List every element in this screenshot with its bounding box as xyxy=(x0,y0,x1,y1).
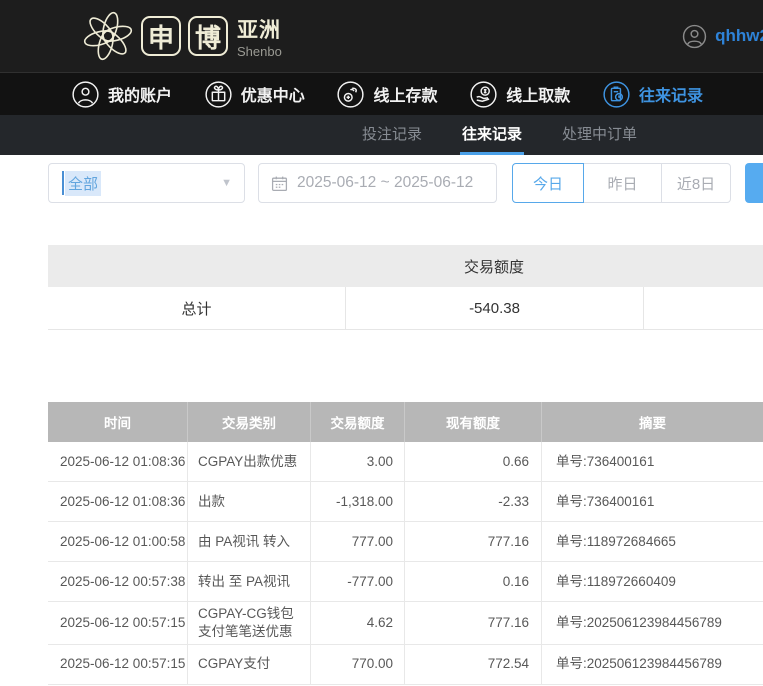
logo-subtitle: Shenbo xyxy=(237,44,282,59)
summary-header-label: 交易额度 xyxy=(345,256,643,277)
main-nav: 我的账户 优惠中心 线上存款 线上取款 xyxy=(0,72,763,115)
summary-total-value: -540.38 xyxy=(345,287,643,329)
cell-type: CGPAY-CG钱包支付笔笔送优惠 xyxy=(188,602,311,644)
nav-label: 往来记录 xyxy=(639,82,703,106)
column-header-amount: 交易额度 xyxy=(311,402,405,442)
table-row: 2025-06-12 00:57:38 转出 至 PA视讯 -777.00 0.… xyxy=(48,562,763,602)
type-select[interactable]: 全部 ▼ xyxy=(48,163,245,203)
column-header-time: 时间 xyxy=(48,402,188,442)
cell-balance: 0.66 xyxy=(405,442,542,481)
cell-amount: -1,318.00 xyxy=(311,482,405,521)
cell-memo: 单号:202506123984456789 xyxy=(542,602,763,644)
cell-time: 2025-06-12 01:08:36 xyxy=(48,442,188,481)
calendar-icon xyxy=(271,175,288,192)
cell-balance: 0.16 xyxy=(405,562,542,601)
flower-logo-icon xyxy=(82,10,134,62)
nav-item-transaction-records[interactable]: 往来记录 xyxy=(603,81,703,108)
summary-total-row: 总计 -540.38 xyxy=(48,287,763,330)
logo[interactable]: 申 博 亚洲 Shenbo xyxy=(82,10,282,62)
nav-item-promotions[interactable]: 优惠中心 xyxy=(205,81,305,108)
cell-balance: 772.54 xyxy=(405,645,542,684)
column-header-balance: 现有额度 xyxy=(405,402,542,442)
nav-label: 线上存款 xyxy=(373,82,437,106)
cell-memo: 单号:202506123984456789 xyxy=(542,645,763,684)
cell-balance: -2.33 xyxy=(405,482,542,521)
summary-header-row: 交易额度 xyxy=(48,245,763,287)
cell-type: 由 PA视讯 转入 xyxy=(188,522,311,561)
quick-date-buttons: 今日 昨日 近8日 xyxy=(512,163,731,203)
nav-item-withdraw[interactable]: 线上取款 xyxy=(470,81,570,108)
search-button[interactable] xyxy=(745,163,763,203)
summary-table: 交易额度 总计 -540.38 xyxy=(48,245,763,330)
today-button[interactable]: 今日 xyxy=(512,163,584,203)
cell-time: 2025-06-12 01:00:58 xyxy=(48,522,188,561)
records-icon xyxy=(603,81,630,108)
deposit-icon xyxy=(337,81,364,108)
table-row: 2025-06-12 01:00:58 由 PA视讯 转入 777.00 777… xyxy=(48,522,763,562)
text-caret xyxy=(62,171,64,195)
cell-type: CGPAY支付 xyxy=(188,645,311,684)
transactions-table: 时间 交易类别 交易额度 现有额度 摘要 2025-06-12 01:08:36… xyxy=(48,402,763,685)
cell-memo: 单号:736400161 xyxy=(542,442,763,481)
logo-region: 亚洲 xyxy=(237,14,282,44)
top-header: 申 博 亚洲 Shenbo qhhw2 xyxy=(0,0,763,72)
nav-label: 线上取款 xyxy=(506,82,570,106)
cell-type: 出款 xyxy=(188,482,311,521)
table-row: 2025-06-12 01:08:36 CGPAY出款优惠 3.00 0.66 … xyxy=(48,442,763,482)
table-header-row: 时间 交易类别 交易额度 现有额度 摘要 xyxy=(48,402,763,442)
tab-transaction-records[interactable]: 往来记录 xyxy=(460,115,524,155)
cell-time: 2025-06-12 00:57:15 xyxy=(48,602,188,644)
column-header-memo: 摘要 xyxy=(542,402,763,442)
user-icon xyxy=(72,81,99,108)
username[interactable]: qhhw2 xyxy=(715,26,763,46)
date-range-input[interactable]: 2025-06-12 ~ 2025-06-12 xyxy=(258,163,497,203)
cell-time: 2025-06-12 01:08:36 xyxy=(48,482,188,521)
tab-pending-orders[interactable]: 处理中订单 xyxy=(560,115,639,155)
sub-nav: 投注记录 往来记录 处理中订单 xyxy=(0,115,763,155)
type-select-value: 全部 xyxy=(65,171,101,196)
tab-bet-records[interactable]: 投注记录 xyxy=(360,115,424,155)
table-row: 2025-06-12 00:57:15 CGPAY支付 770.00 772.5… xyxy=(48,645,763,685)
gift-icon xyxy=(205,81,232,108)
cell-amount: 4.62 xyxy=(311,602,405,644)
cell-memo: 单号:118972684665 xyxy=(542,522,763,561)
yesterday-button[interactable]: 昨日 xyxy=(583,163,662,203)
filter-row: 全部 ▼ 2025-06-12 ~ 2025-06-12 今日 昨日 近8日 xyxy=(48,163,763,203)
summary-total-label: 总计 xyxy=(48,287,345,329)
cell-amount: -777.00 xyxy=(311,562,405,601)
cell-type: CGPAY出款优惠 xyxy=(188,442,311,481)
withdraw-icon xyxy=(470,81,497,108)
chevron-down-icon: ▼ xyxy=(221,177,232,189)
cell-balance: 777.16 xyxy=(405,602,542,644)
cell-time: 2025-06-12 00:57:15 xyxy=(48,645,188,684)
column-header-type: 交易类别 xyxy=(188,402,311,442)
nav-item-deposit[interactable]: 线上存款 xyxy=(337,81,437,108)
cell-time: 2025-06-12 00:57:38 xyxy=(48,562,188,601)
cell-memo: 单号:118972660409 xyxy=(542,562,763,601)
date-range-value: 2025-06-12 ~ 2025-06-12 xyxy=(297,174,473,192)
logo-char-shen: 申 xyxy=(141,16,181,56)
cell-memo: 单号:736400161 xyxy=(542,482,763,521)
cell-balance: 777.16 xyxy=(405,522,542,561)
nav-item-my-account[interactable]: 我的账户 xyxy=(72,81,172,108)
logo-char-bo: 博 xyxy=(188,16,228,56)
table-row: 2025-06-12 01:08:36 出款 -1,318.00 -2.33 单… xyxy=(48,482,763,522)
nav-label: 我的账户 xyxy=(108,82,172,106)
table-row: 2025-06-12 00:57:15 CGPAY-CG钱包支付笔笔送优惠 4.… xyxy=(48,602,763,645)
table-body: 2025-06-12 01:08:36 CGPAY出款优惠 3.00 0.66 … xyxy=(48,442,763,685)
cell-type: 转出 至 PA视讯 xyxy=(188,562,311,601)
nav-label: 优惠中心 xyxy=(241,82,305,106)
cell-amount: 770.00 xyxy=(311,645,405,684)
last-8-days-button[interactable]: 近8日 xyxy=(661,163,731,203)
cell-amount: 777.00 xyxy=(311,522,405,561)
cell-amount: 3.00 xyxy=(311,442,405,481)
user-avatar-icon xyxy=(682,24,707,49)
user-account[interactable]: qhhw2 xyxy=(682,0,763,72)
